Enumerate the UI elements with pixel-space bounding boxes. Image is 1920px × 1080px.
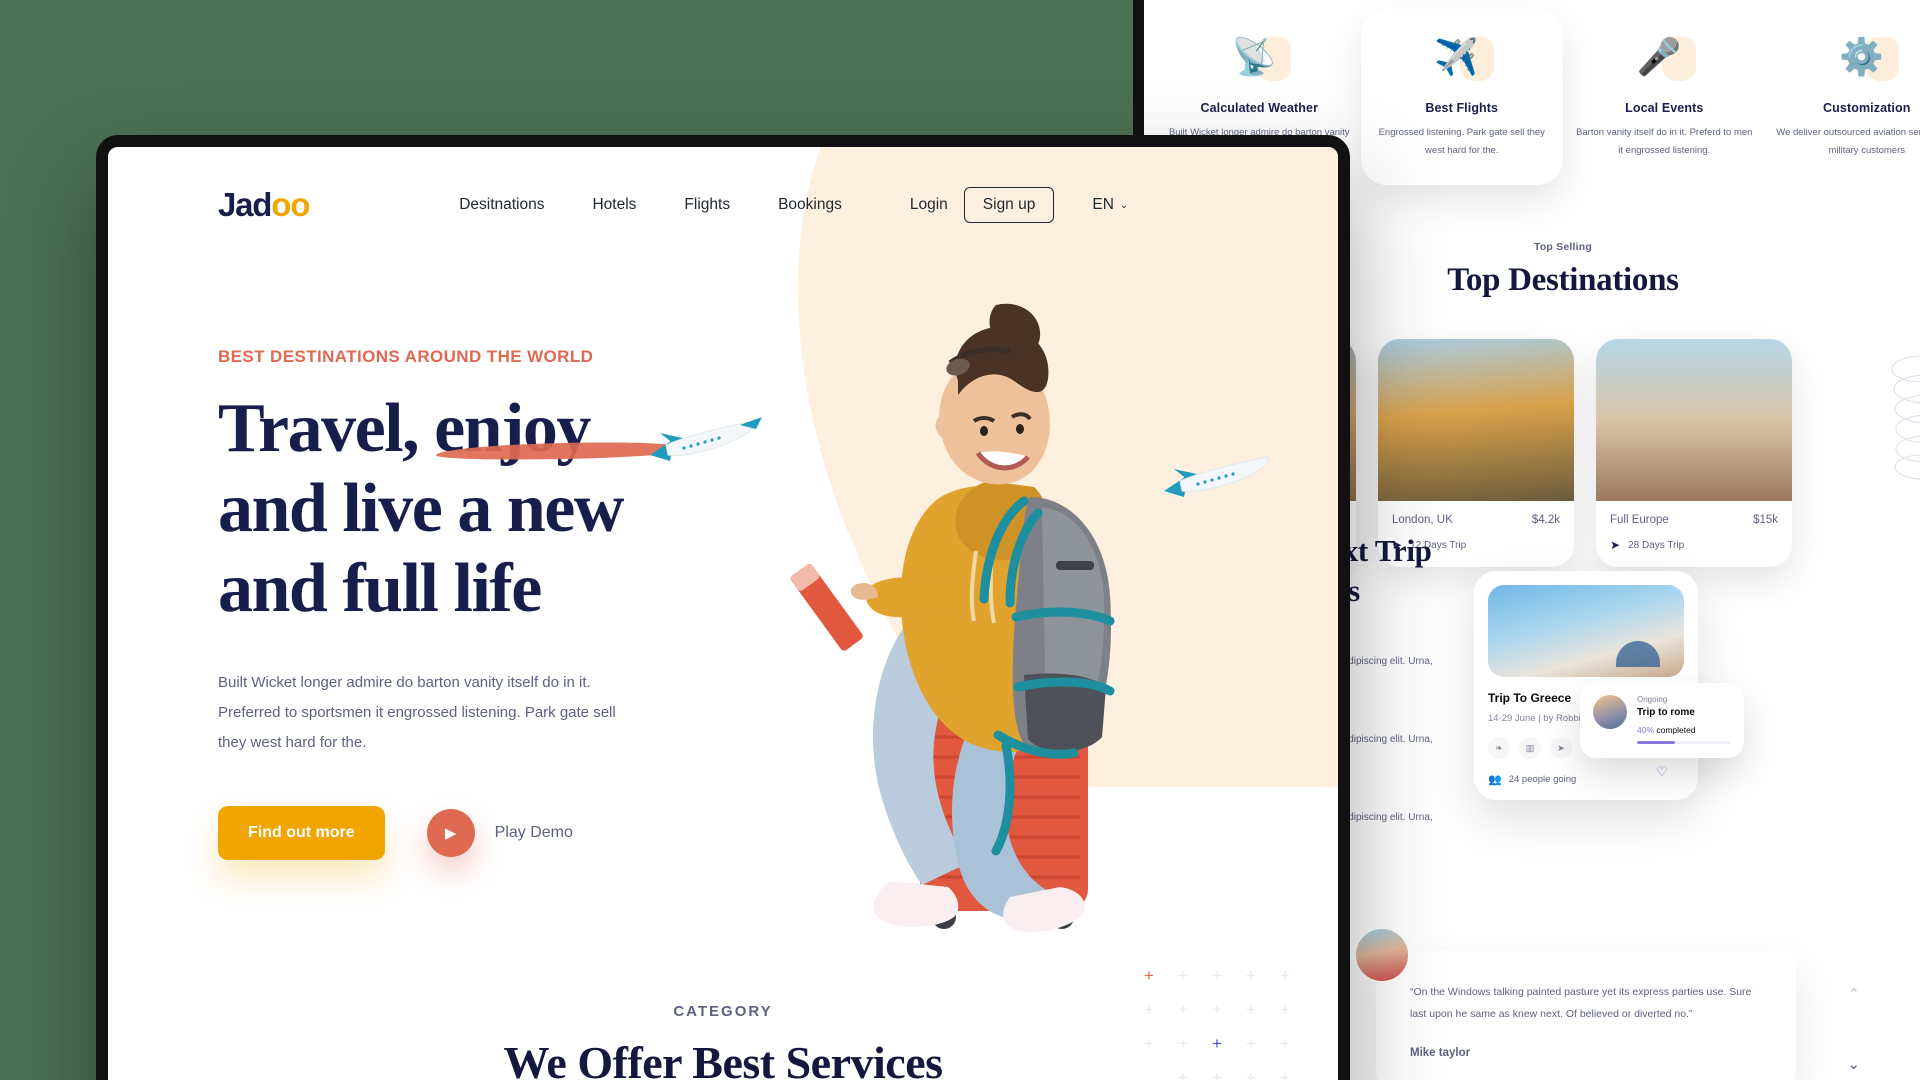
login-link[interactable]: Login	[910, 196, 948, 214]
nav-link-destinations[interactable]: Desitnations	[459, 196, 544, 214]
testimonial-card: “On the Windows talking painted pasture …	[1354, 927, 1860, 1080]
service-title: Best Flights	[1425, 101, 1499, 115]
microphone-icon: 🎤	[1573, 31, 1756, 87]
destination-name: Full Europe	[1610, 514, 1669, 526]
satellite-dish-icon: 📡	[1168, 31, 1351, 87]
logo-accent: oo	[271, 186, 310, 223]
plus-icon: +	[1212, 1034, 1222, 1053]
plus-icon: +	[1246, 966, 1256, 985]
front-page-content: Jadoo Desitnations Hotels Flights Bookin…	[108, 147, 1338, 1080]
send-icon[interactable]: ➤	[1550, 737, 1572, 759]
destination-photo	[1596, 339, 1792, 501]
language-selector[interactable]: EN ⌄	[1092, 196, 1128, 214]
testimonial-carousel-controls: ⌃ ⌄	[1847, 985, 1860, 1073]
ongoing-progress-label: 40% completed	[1637, 725, 1731, 735]
ongoing-progress-bar	[1637, 741, 1731, 744]
plus-icon: +	[1144, 1000, 1154, 1019]
plus-icon: +	[1212, 1068, 1222, 1080]
decorative-plus-grid: + + + + + + + + + + + + + + + + + + + +	[1134, 961, 1300, 1080]
service-description: Engrossed listening. Park gate sell they…	[1378, 127, 1545, 156]
plus-icon: +	[1178, 1034, 1188, 1053]
plus-icon: +	[1144, 1034, 1154, 1053]
service-title: Local Events	[1625, 101, 1704, 115]
hero-artwork	[650, 215, 1269, 935]
plus-icon: +	[1178, 1068, 1188, 1080]
map-icon[interactable]: ▥	[1519, 737, 1541, 759]
gear-icon: ⚙️	[1776, 31, 1920, 87]
chevron-up-icon[interactable]: ⌃	[1847, 985, 1860, 1003]
heart-icon[interactable]: ♡	[1656, 764, 1668, 780]
find-out-more-button[interactable]: Find out more	[218, 806, 385, 861]
leaf-icon[interactable]: ❧	[1488, 737, 1510, 759]
destination-name: London, UK	[1392, 514, 1453, 526]
play-demo-control[interactable]: ▶ Play Demo	[426, 809, 573, 858]
play-demo-label: Play Demo	[494, 824, 573, 842]
plus-icon: +	[1178, 1000, 1188, 1019]
plus-icon: +	[1246, 1034, 1256, 1053]
hero-paragraph: Built Wicket longer admire do barton van…	[218, 674, 616, 752]
nav-link-bookings[interactable]: Bookings	[778, 196, 842, 214]
plus-icon: +	[1280, 1034, 1290, 1053]
plus-icon: +	[1246, 1068, 1256, 1080]
ongoing-status: Ongoing	[1637, 695, 1668, 704]
testimonial-quote: “On the Windows talking painted pasture …	[1410, 986, 1752, 1021]
plus-icon: +	[1280, 1000, 1290, 1019]
play-icon: ▶	[426, 809, 475, 858]
front-browser-window: Jadoo Desitnations Hotels Flights Bookin…	[96, 135, 1350, 1080]
traveler-photo	[790, 303, 1115, 932]
hero-kicker: BEST DESTINATIONS AROUND THE WORLD	[218, 347, 594, 366]
hero-heading-line3: and full life	[218, 549, 542, 627]
plus-icon: +	[1144, 966, 1154, 985]
decorative-spring-icon	[1891, 355, 1920, 480]
chevron-down-icon[interactable]: ⌄	[1847, 1055, 1860, 1073]
plus-icon: +	[1280, 966, 1290, 985]
nav-link-hotels[interactable]: Hotels	[592, 196, 636, 214]
plus-icon: +	[1178, 966, 1188, 985]
logo-text: Jad	[218, 186, 272, 223]
trip-attendance: 👥 24 people going	[1488, 773, 1684, 786]
service-description: Barton vanity itself do in it. Preferd t…	[1576, 127, 1753, 156]
plus-icon: +	[1246, 1000, 1256, 1019]
hero-cta-row: Find out more ▶ Play Demo	[218, 806, 738, 861]
service-card-local-events[interactable]: 🎤 Local Events Barton vanity itself do i…	[1563, 9, 1766, 185]
people-icon: 👥	[1488, 774, 1502, 786]
service-card-best-flights[interactable]: ✈️ Best Flights Engrossed listening. Par…	[1360, 9, 1563, 186]
plus-icon: +	[1280, 1068, 1290, 1080]
airplane-icon: ✈️	[1371, 31, 1554, 87]
plus-icon: +	[1212, 1000, 1222, 1019]
language-label: EN	[1092, 196, 1114, 213]
ongoing-trip-card[interactable]: Ongoing Trip to rome 40% completed ♡	[1580, 683, 1744, 779]
plus-icon: +	[1212, 966, 1222, 985]
destination-price: $15k	[1753, 514, 1778, 526]
ongoing-trip-avatar	[1593, 695, 1627, 729]
ongoing-trip-title: Trip to rome	[1637, 707, 1695, 718]
destination-photo	[1378, 339, 1574, 501]
screenshot-stage: 📡 Calculated Weather Built Wicket longer…	[0, 0, 1920, 1080]
airplane-illustration-left	[644, 411, 764, 475]
service-title: Customization	[1823, 101, 1911, 115]
nav-link-flights[interactable]: Flights	[684, 196, 730, 214]
ongoing-progress-percent: 40%	[1637, 725, 1655, 735]
hero-heading-line2: and live a new	[218, 469, 624, 547]
trip-photo	[1488, 585, 1684, 677]
service-description: We deliver outsourced aviation services …	[1776, 127, 1920, 156]
service-card-customization[interactable]: ⚙️ Customization We deliver outsourced a…	[1766, 9, 1920, 185]
service-title: Calculated Weather	[1200, 101, 1319, 115]
avatar	[1354, 927, 1410, 983]
ongoing-progress-suffix: completed	[1654, 725, 1696, 735]
logo[interactable]: Jadoo	[218, 186, 310, 224]
destination-price: $4.2k	[1531, 514, 1560, 526]
chevron-down-icon: ⌄	[1119, 199, 1129, 211]
testimonial-author: Mike taylor	[1410, 1047, 1471, 1060]
trip-people-count: 24 people going	[1508, 774, 1577, 785]
nav-links: Desitnations Hotels Flights Bookings	[459, 196, 842, 214]
